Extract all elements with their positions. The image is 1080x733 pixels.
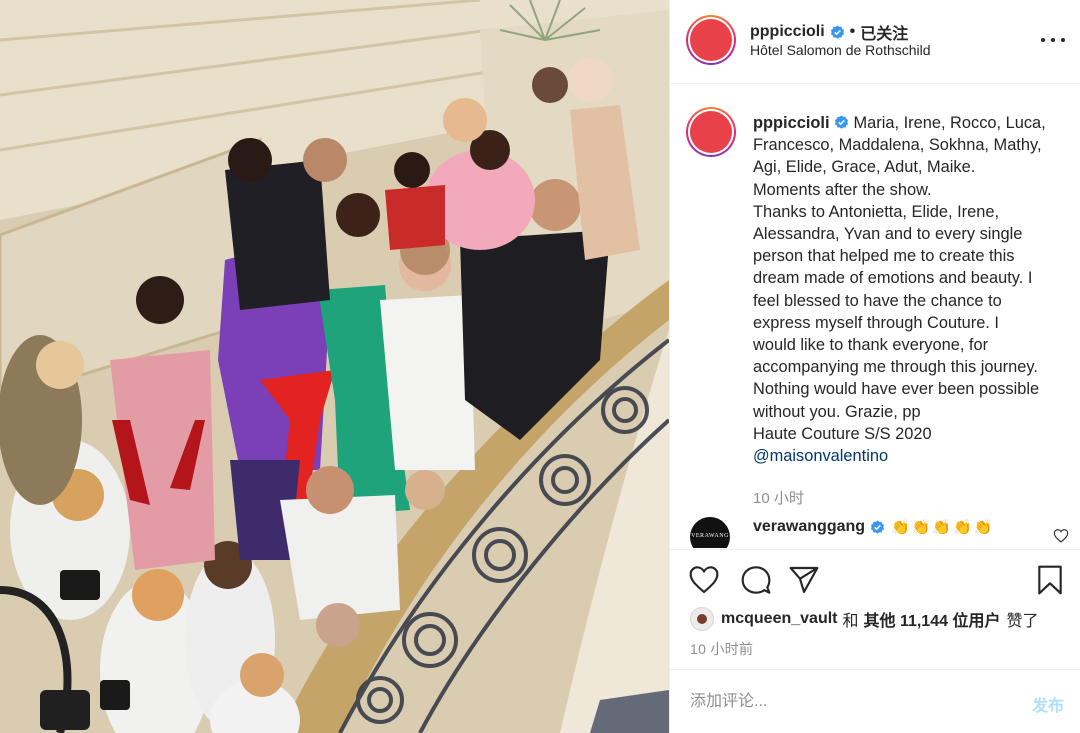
comment-text: 👏👏👏👏👏: [891, 519, 995, 536]
caption-line: Agi, Elide, Grace, Adut, Maike.: [753, 158, 976, 177]
caption-line: Francesco, Maddalena, Sokhna, Mathy,: [753, 136, 1042, 155]
share-icon[interactable]: [788, 564, 820, 596]
caption-timestamp[interactable]: 10 小时: [753, 487, 804, 508]
post-detail-panel: pppiccioli • 已关注 Hôtel Salomon de Rothsc…: [669, 0, 1080, 733]
comments-area: pppiccioli Maria, Irene, Rocco, Luca, Fra…: [670, 85, 1080, 548]
likes-connector: 和: [842, 613, 859, 630]
post-caption: pppiccioli Maria, Irene, Rocco, Luca, Fra…: [753, 112, 1073, 467]
post-photo[interactable]: [0, 0, 669, 733]
caption-line: feel blessed to have the chance to: [753, 291, 1002, 310]
post-photo-illustration: [0, 0, 669, 733]
author-avatar-image: [690, 19, 732, 61]
caption-line: without you. Grazie, pp: [753, 402, 921, 421]
liker-avatar[interactable]: [690, 607, 714, 631]
post-header: pppiccioli • 已关注 Hôtel Salomon de Rothsc…: [670, 0, 1080, 84]
caption-line: accompanying me through this journey.: [753, 358, 1038, 377]
author-row: pppiccioli • 已关注: [750, 20, 908, 44]
caption-line: Alessandra, Yvan and to every single: [753, 225, 1023, 244]
caption-line: person that helped me to create this: [753, 247, 1015, 266]
caption-line: Haute Couture S/S 2020: [753, 424, 932, 443]
caption-line: dream made of emotions and beauty. I: [753, 269, 1033, 288]
author-username[interactable]: pppiccioli: [750, 23, 825, 41]
post-comment-button[interactable]: 发布: [1032, 692, 1064, 716]
caption-line: express myself through Couture. I: [753, 313, 999, 332]
caption-line: Nothing would have ever been possible: [753, 380, 1040, 399]
caption-username[interactable]: pppiccioli: [753, 114, 830, 132]
author-avatar[interactable]: [686, 15, 736, 65]
comment-input[interactable]: [690, 688, 1010, 716]
caption-line: Maria, Irene, Rocco, Luca,: [853, 114, 1046, 132]
caption-line: Moments after the show.: [753, 180, 932, 199]
verified-badge-icon: [870, 519, 885, 534]
heart-icon[interactable]: [688, 564, 720, 596]
liker-username[interactable]: mcqueen_vault: [721, 610, 837, 628]
commenter-avatar-logo: VERAWANG: [691, 533, 729, 539]
caption-mention-link[interactable]: @maisonvalentino: [753, 445, 1073, 467]
comment-icon[interactable]: [740, 564, 772, 596]
comment-row: verawanggang 👏👏👏👏👏: [753, 518, 994, 536]
bookmark-icon[interactable]: [1034, 564, 1066, 596]
more-options-icon[interactable]: [1041, 30, 1065, 50]
likes-suffix: 赞了: [1006, 613, 1039, 630]
add-comment-bar: 发布: [670, 669, 1080, 733]
follow-button[interactable]: 已关注: [860, 20, 908, 44]
caption-author-avatar[interactable]: [686, 107, 736, 157]
post-location[interactable]: Hôtel Salomon de Rothschild: [750, 42, 931, 58]
post-timestamp[interactable]: 10 小时前: [690, 639, 753, 659]
header-separator: •: [849, 23, 856, 40]
post-actions: mcqueen_vault 和 其他 11,144 位用户 赞了 10 小时前: [670, 549, 1080, 669]
verified-badge-icon: [830, 24, 844, 39]
likes-summary: mcqueen_vault 和 其他 11,144 位用户 赞了: [690, 607, 1038, 631]
verified-badge-icon: [834, 115, 848, 129]
caption-line: Thanks to Antonietta, Elide, Irene,: [753, 202, 1000, 221]
comment-like-heart-icon[interactable]: [1053, 528, 1069, 544]
commenter-avatar[interactable]: VERAWANG: [690, 517, 730, 548]
commenter-username[interactable]: verawanggang: [753, 518, 865, 536]
caption-avatar-image: [690, 111, 732, 153]
likes-count-link[interactable]: 其他 11,144 位用户: [864, 607, 1001, 631]
caption-line: would like to thank everyone, for: [753, 336, 989, 355]
